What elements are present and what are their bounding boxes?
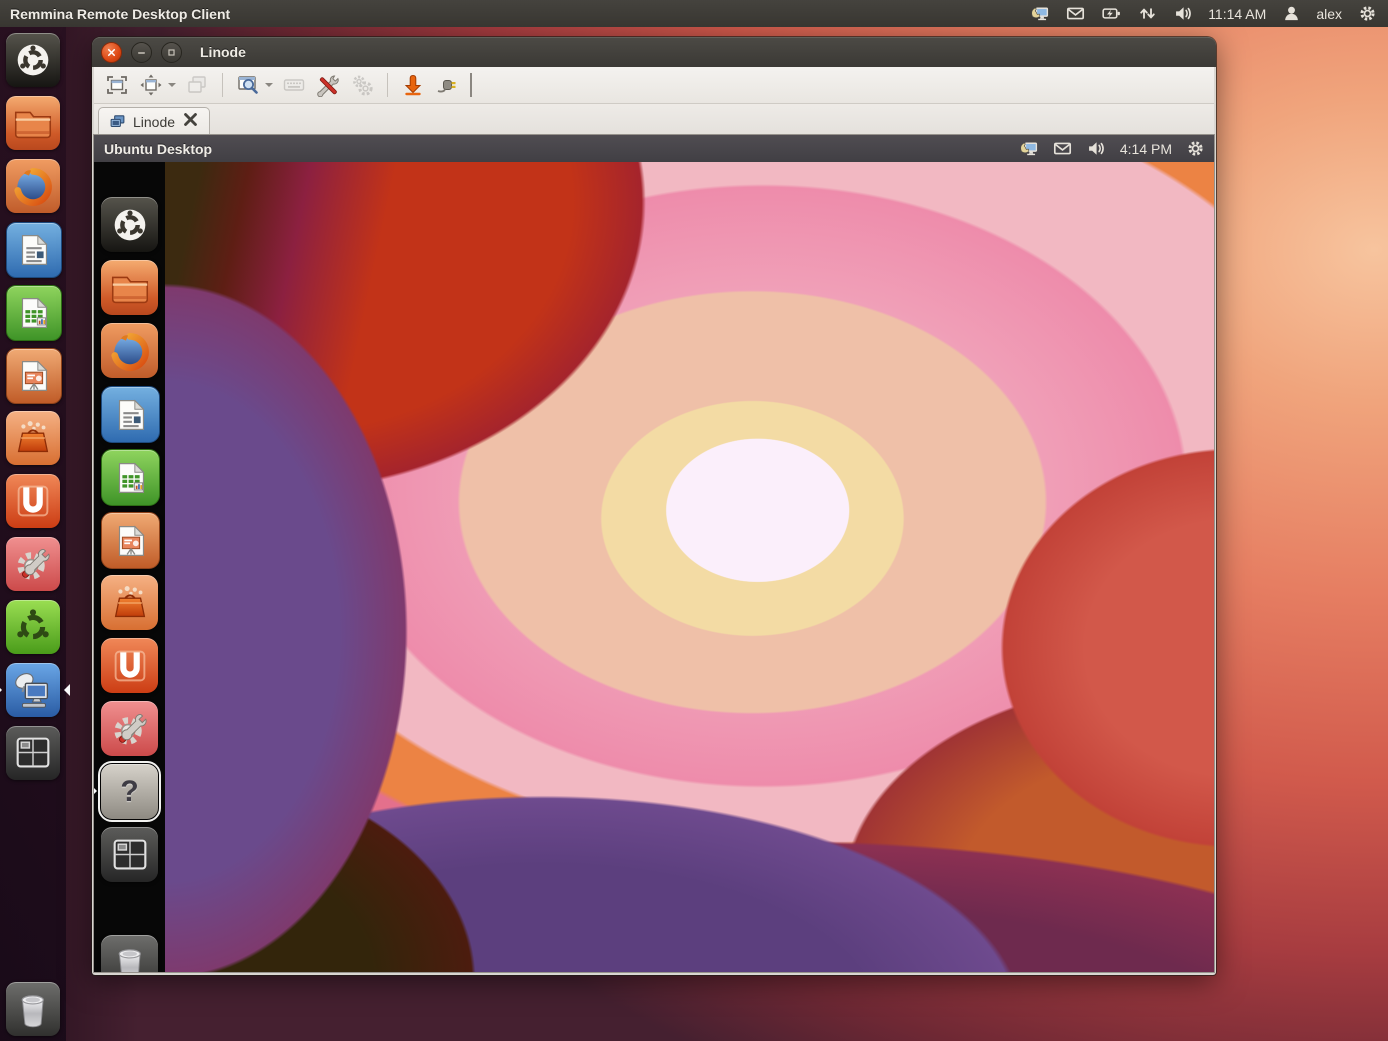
session-gear-icon[interactable]	[1184, 138, 1206, 160]
launcher-item-remmina[interactable]	[6, 663, 60, 717]
remote-session-icon[interactable]	[1018, 138, 1040, 160]
remote-launcher-item-ubuntu-one[interactable]	[101, 638, 158, 693]
tab-close-icon[interactable]	[182, 111, 199, 133]
remote-launcher-item-ubuntu-dash[interactable]	[101, 197, 158, 252]
remote-launcher-item-libreoffice-calc[interactable]	[101, 449, 160, 506]
launcher-item-ubuntu-one[interactable]	[6, 474, 60, 528]
remote-panel-title: Ubuntu Desktop	[104, 141, 212, 157]
maximize-button[interactable]	[161, 42, 182, 63]
remote-launcher-item-firefox[interactable]	[101, 323, 158, 378]
remote-indicator-tray: 4:14 PM	[1018, 138, 1214, 160]
remote-launcher-item-libreoffice-writer[interactable]	[101, 386, 160, 443]
battery-icon[interactable]	[1100, 3, 1122, 25]
volume-icon[interactable]	[1172, 3, 1194, 25]
remmina-toolbar	[94, 67, 1214, 104]
session-gear-icon[interactable]	[1356, 3, 1378, 25]
launcher-item-landscape[interactable]	[6, 600, 60, 654]
close-button[interactable]	[101, 42, 122, 63]
toolbar-separator	[222, 73, 223, 97]
launcher-item-libreoffice-writer[interactable]	[6, 222, 62, 278]
remote-launcher-item-workspace-switcher[interactable]	[101, 827, 158, 882]
indicator-tray: 11:14 AM alex	[1028, 3, 1388, 25]
mail-icon[interactable]	[1052, 138, 1074, 160]
volume-icon[interactable]	[1086, 138, 1108, 160]
top-panel: Remmina Remote Desktop Client 11:14 AM a…	[0, 0, 1388, 27]
remmina-window: Linode Linode	[92, 37, 1216, 975]
launcher-item-trash[interactable]	[6, 982, 60, 1036]
launcher-item-software-center[interactable]	[6, 411, 60, 465]
remote-session-icon[interactable]	[1028, 3, 1050, 25]
launcher-item-libreoffice-calc[interactable]	[6, 285, 62, 341]
remote-launcher-item-libreoffice-impress[interactable]	[101, 512, 160, 569]
running-indicator-arrow	[0, 684, 8, 696]
focused-indicator-arrow	[58, 684, 70, 696]
launcher-item-files[interactable]	[6, 96, 60, 150]
remote-wallpaper	[165, 162, 1214, 972]
active-app-title: Remmina Remote Desktop Client	[10, 6, 230, 22]
find-dropdown[interactable]	[265, 83, 273, 91]
remote-focused-indicator-arrow	[94, 785, 103, 797]
remote-launcher-item-files[interactable]	[101, 260, 158, 315]
window-title: Linode	[200, 44, 246, 60]
launcher-item-ubuntu-dash[interactable]	[6, 33, 60, 87]
mail-icon[interactable]	[1064, 3, 1086, 25]
question-mark-label: ?	[120, 775, 138, 809]
remote-launcher-item-software-center[interactable]	[101, 575, 158, 630]
toolbar-separator	[387, 73, 388, 97]
remote-unity-launcher: ?	[94, 162, 165, 972]
sync-arrows-icon[interactable]	[1136, 3, 1158, 25]
remote-top-panel: Ubuntu Desktop 4:14 PM	[94, 135, 1214, 162]
duplicate-connection-button[interactable]	[182, 71, 212, 99]
fullscreen-button[interactable]	[102, 71, 132, 99]
remote-launcher-item-unknown-window[interactable]: ?	[101, 764, 158, 819]
connection-icon	[109, 113, 126, 130]
disconnect-button[interactable]	[432, 71, 462, 99]
user-icon[interactable]	[1280, 3, 1302, 25]
launcher-item-system-settings[interactable]	[6, 537, 60, 591]
screen: Remmina Remote Desktop Client 11:14 AM a…	[0, 0, 1388, 1041]
remote-launcher-item-trash[interactable]	[101, 935, 158, 972]
unity-launcher	[0, 27, 66, 1041]
find-preferences-button[interactable]	[233, 71, 263, 99]
tab-label: Linode	[133, 114, 175, 130]
tab-bar: Linode	[94, 104, 1214, 135]
remote-clock[interactable]: 4:14 PM	[1120, 141, 1172, 157]
scaled-mode-dropdown[interactable]	[168, 83, 176, 91]
remote-desktop-viewer[interactable]: Ubuntu Desktop 4:14 PM	[94, 135, 1214, 972]
settings-gears-button[interactable]	[347, 71, 377, 99]
minimize-to-tray-button[interactable]	[398, 71, 428, 99]
username[interactable]: alex	[1316, 6, 1342, 22]
scaled-mode-button[interactable]	[136, 71, 166, 99]
launcher-item-firefox[interactable]	[6, 159, 60, 213]
window-titlebar[interactable]: Linode	[92, 37, 1216, 67]
launcher-item-workspace-switcher[interactable]	[6, 726, 60, 780]
remote-launcher-item-system-settings[interactable]	[101, 701, 158, 756]
minimize-button[interactable]	[131, 42, 152, 63]
clock[interactable]: 11:14 AM	[1208, 6, 1266, 22]
tab-linode[interactable]: Linode	[98, 107, 210, 135]
tools-button[interactable]	[313, 71, 343, 99]
keyboard-grab-button[interactable]	[279, 71, 309, 99]
launcher-item-libreoffice-impress[interactable]	[6, 348, 62, 404]
toolbar-grip	[470, 73, 472, 97]
